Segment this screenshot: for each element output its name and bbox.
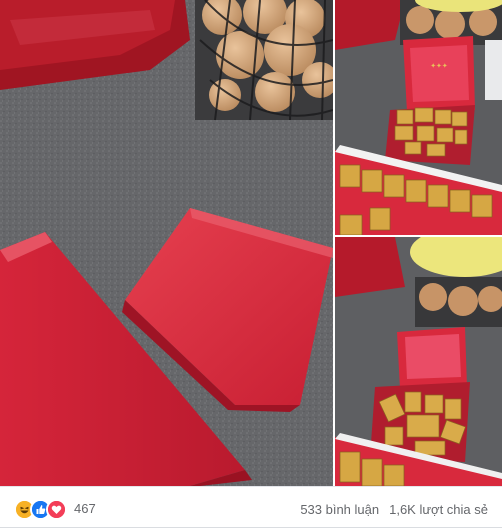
jewelry-boxes-image — [0, 0, 333, 486]
reaction-count: 467 — [74, 501, 96, 516]
gold-in-box-image: ✦✦✦ — [335, 0, 502, 235]
photo-open-box-gold-top[interactable]: ✦✦✦ — [335, 0, 502, 235]
reaction-summary[interactable]: 467 — [14, 498, 96, 520]
comments-link[interactable]: 533 bình luận — [300, 502, 379, 517]
divider — [0, 527, 502, 528]
gold-in-box-image-2 — [335, 237, 502, 486]
shares-link[interactable]: 1,6K lượt chia sẻ — [389, 502, 488, 517]
love-icon — [46, 498, 67, 520]
post-stats: 533 bình luận 1,6K lượt chia sẻ — [290, 499, 488, 519]
photo-grid: ✦✦✦ — [0, 0, 502, 486]
photo-main-jewelry-boxes[interactable] — [0, 0, 333, 486]
photo-open-box-gold-bottom[interactable] — [335, 237, 502, 486]
post-footer: 467 533 bình luận 1,6K lượt chia sẻ — [0, 486, 502, 531]
svg-text:✦✦✦: ✦✦✦ — [430, 62, 448, 70]
